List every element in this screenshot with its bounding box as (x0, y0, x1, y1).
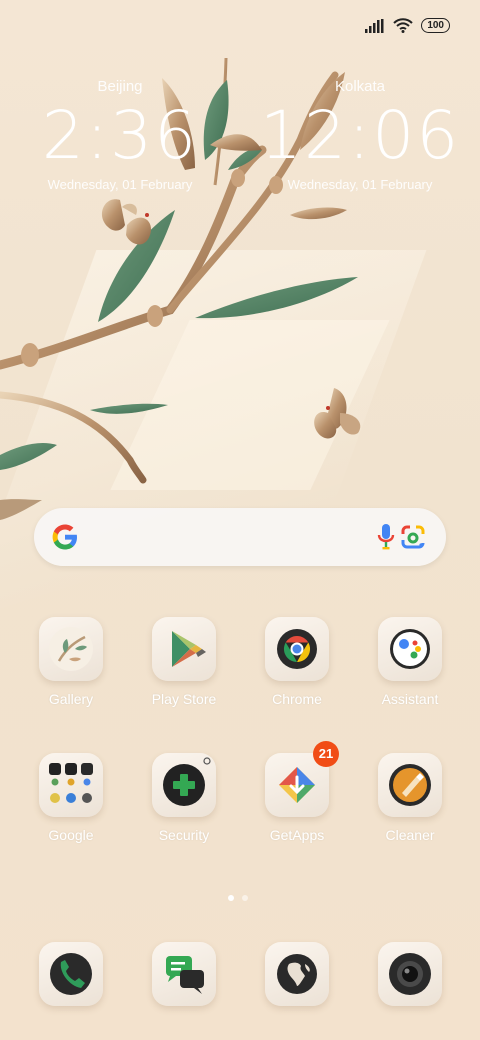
assistant-icon[interactable] (378, 617, 442, 681)
dock-browser[interactable] (247, 942, 347, 1006)
microphone-icon[interactable] (376, 523, 396, 551)
google-g-icon (52, 524, 77, 550)
wifi-icon (393, 18, 414, 33)
app-chrome[interactable]: Chrome (247, 617, 347, 707)
getapps-icon[interactable]: 21 (265, 741, 339, 817)
clock-time: 12:06 (260, 97, 461, 174)
app-label: Security (158, 827, 210, 843)
messages-icon[interactable] (152, 942, 216, 1006)
play-store-icon[interactable] (152, 617, 216, 681)
app-assistant[interactable]: Assistant (360, 617, 460, 707)
folder-google[interactable]: Google (21, 753, 121, 843)
signal-icon (365, 18, 384, 33)
app-label: GetApps (269, 827, 325, 843)
chrome-icon[interactable] (265, 617, 329, 681)
dock-camera[interactable] (360, 942, 460, 1006)
status-bar: 100 (365, 18, 450, 33)
camera-icon[interactable] (378, 942, 442, 1006)
app-play-store[interactable]: Play Store (134, 617, 234, 707)
phone-icon[interactable] (39, 942, 103, 1006)
app-gallery[interactable]: Gallery (21, 617, 121, 707)
clock-widget-beijing[interactable]: Beijing 2:36 Wednesday, 01 February (20, 78, 220, 192)
page-indicator (228, 895, 248, 901)
clock-time: 2:36 (41, 97, 199, 174)
app-label: Chrome (272, 691, 322, 707)
battery-indicator: 100 (421, 18, 450, 33)
app-label: Cleaner (385, 827, 435, 843)
app-security[interactable]: Security (134, 753, 234, 843)
app-label: Play Store (151, 691, 217, 707)
app-getapps[interactable]: 21 GetApps (247, 741, 347, 843)
app-label: Assistant (381, 691, 439, 707)
app-label: Google (48, 827, 94, 843)
clock-date: Wednesday, 01 February (287, 177, 433, 192)
browser-globe-icon[interactable] (265, 942, 329, 1006)
app-cleaner[interactable]: Cleaner (360, 753, 460, 843)
page-dot (242, 895, 248, 901)
security-icon[interactable] (152, 753, 216, 817)
dock-phone[interactable] (21, 942, 121, 1006)
dock-messages[interactable] (134, 942, 234, 1006)
gallery-icon[interactable] (39, 617, 103, 681)
app-label: Gallery (48, 691, 94, 707)
clock-widget-kolkata[interactable]: Kolkata 12:06 Wednesday, 01 February (260, 78, 460, 192)
google-folder-icon[interactable] (39, 753, 103, 817)
google-lens-icon[interactable] (400, 524, 426, 550)
notification-badge: 21 (313, 741, 339, 767)
cleaner-icon[interactable] (378, 753, 442, 817)
page-dot-active (228, 895, 234, 901)
clock-city: Beijing (97, 78, 143, 95)
google-search-bar[interactable] (34, 508, 446, 566)
clock-city: Kolkata (334, 78, 386, 95)
clock-date: Wednesday, 01 February (47, 177, 193, 192)
